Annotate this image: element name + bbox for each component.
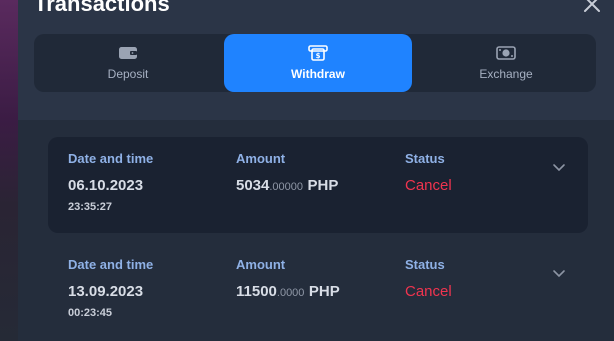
amount-integer: 11500 <box>236 283 277 300</box>
background-game-art <box>0 0 18 341</box>
transaction-amount: 11500.0000 PHP <box>236 283 340 302</box>
svg-text:$: $ <box>316 52 321 60</box>
status-cancel: Cancel <box>405 283 452 300</box>
transaction-date: 13.09.2023 <box>68 283 144 300</box>
amount-currency: PHP <box>308 283 340 300</box>
date-label: Date and time <box>68 151 154 166</box>
cash-withdraw-icon: $ <box>308 45 328 61</box>
transactions-modal: Transactions Deposit $ Withdraw Exchange… <box>18 0 614 341</box>
status-label: Status <box>405 151 445 166</box>
status-column: Status Cancel <box>405 151 452 195</box>
amount-decimals: .00000 <box>269 181 304 193</box>
amount-currency: PHP <box>307 177 339 194</box>
tab-withdraw[interactable]: $ Withdraw <box>224 34 412 92</box>
amount-column: Amount 11500.0000 PHP <box>236 257 340 302</box>
transaction-time: 23:35:27 <box>68 201 113 213</box>
amount-integer: 5034 <box>236 177 270 194</box>
tab-exchange-label: Exchange <box>479 67 533 81</box>
transactions-list: Date and time 06.10.2023 23:35:27 Amount… <box>18 120 614 341</box>
chevron-down-icon[interactable] <box>552 269 566 279</box>
date-column: Date and time 13.09.2023 00:23:45 <box>68 257 153 319</box>
modal-title: Transactions <box>34 0 170 16</box>
tab-deposit-label: Deposit <box>107 67 149 81</box>
tab-deposit[interactable]: Deposit <box>34 34 222 92</box>
status-label: Status <box>405 257 445 272</box>
wallet-icon <box>119 47 137 59</box>
date-column: Date and time 06.10.2023 23:35:27 <box>68 151 153 213</box>
transaction-date: 06.10.2023 <box>68 177 144 194</box>
chevron-down-icon[interactable] <box>552 163 566 173</box>
amount-column: Amount 5034.00000 PHP <box>236 151 338 196</box>
close-icon <box>584 0 600 12</box>
tab-withdraw-label: Withdraw <box>291 67 345 81</box>
modal-header: Transactions Deposit $ Withdraw Exchange <box>18 0 614 120</box>
date-label: Date and time <box>68 257 154 272</box>
status-cancel: Cancel <box>405 177 452 194</box>
tab-exchange[interactable]: Exchange <box>412 34 600 92</box>
transaction-time: 00:23:45 <box>68 307 113 319</box>
status-column: Status Cancel <box>405 257 452 301</box>
transaction-type-tabs: Deposit $ Withdraw Exchange <box>34 34 596 92</box>
transaction-row[interactable]: Date and time 06.10.2023 23:35:27 Amount… <box>48 137 588 233</box>
amount-decimals: .0000 <box>276 287 305 299</box>
close-button[interactable] <box>580 0 604 16</box>
amount-label: Amount <box>236 151 286 166</box>
transaction-amount: 5034.00000 PHP <box>236 177 338 196</box>
transaction-row[interactable]: Date and time 13.09.2023 00:23:45 Amount… <box>48 243 588 341</box>
currency-exchange-icon <box>496 46 516 60</box>
amount-label: Amount <box>236 257 286 272</box>
